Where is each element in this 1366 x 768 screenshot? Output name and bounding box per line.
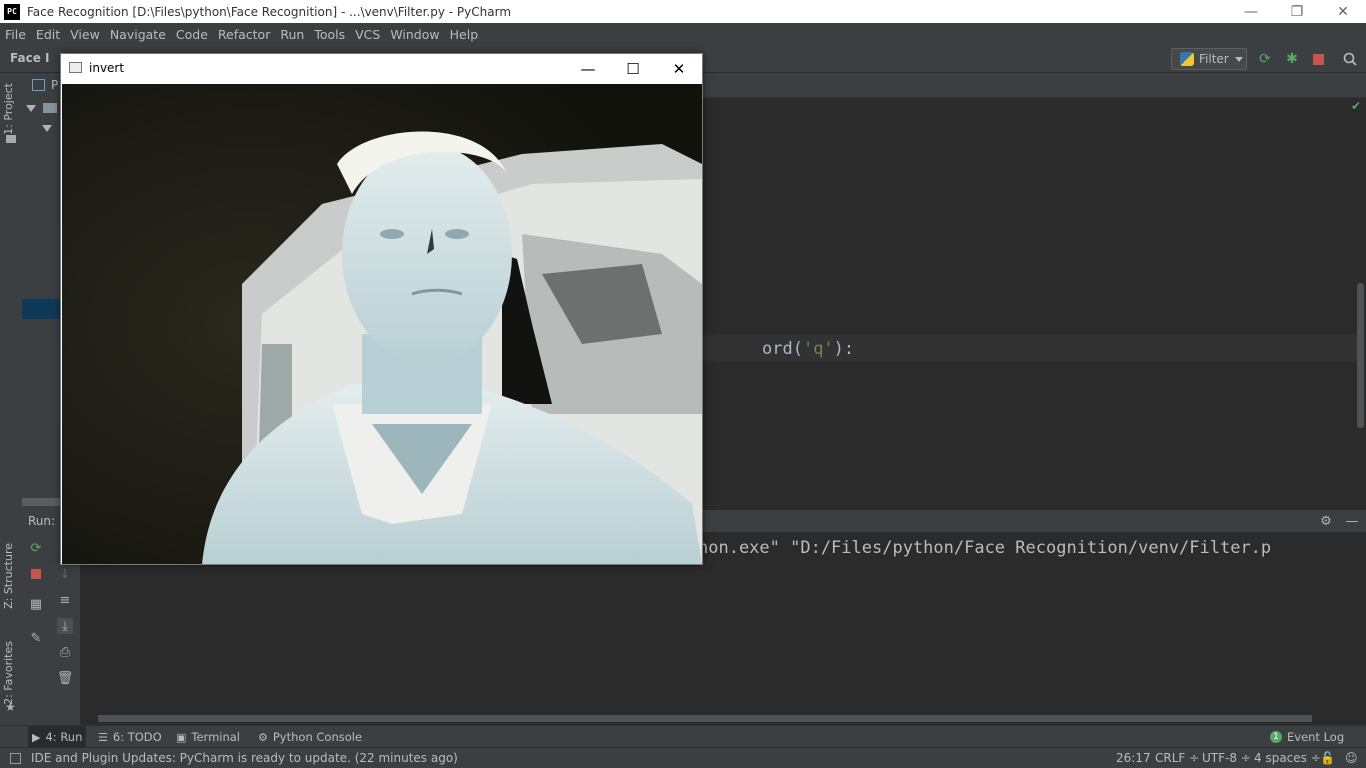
vertical-scrollbar[interactable] <box>1357 283 1364 428</box>
tab-todo[interactable]: ☰ 6: TODO <box>98 730 162 744</box>
inverted-webcam-frame <box>62 84 702 564</box>
tab-event-log[interactable]: 1 Event Log <box>1270 730 1344 744</box>
python-console-icon: ⚙ <box>258 730 268 744</box>
menu-code[interactable]: Code <box>171 27 213 42</box>
left-tool-stripe: 1: Project Z: Structure 2: Favorites ★ <box>0 73 22 725</box>
project-tab-label[interactable]: P <box>51 78 58 92</box>
menu-window[interactable]: Window <box>385 27 444 42</box>
status-bar: IDE and Plugin Updates: PyCharm is ready… <box>0 747 1366 768</box>
console-output[interactable]: hon.exe" "D:/Files/python/Face Recogniti… <box>698 538 1271 558</box>
soft-wrap-icon[interactable]: ≡ <box>57 592 73 608</box>
tab-todo-label: 6: TODO <box>112 730 162 744</box>
run-label: Run: <box>28 514 56 528</box>
selected-tree-row[interactable] <box>22 299 62 319</box>
opencv-maximize-button[interactable]: ☐ <box>610 54 656 83</box>
lock-icon[interactable]: 🔓 <box>1320 751 1335 765</box>
expand-arrow-icon[interactable] <box>42 125 52 132</box>
console-horizontal-scrollbar[interactable] <box>98 715 1312 722</box>
search-icon[interactable] <box>1342 51 1358 67</box>
event-count-badge: 1 <box>1270 731 1282 743</box>
list-icon: ☰ <box>98 730 108 744</box>
opencv-window-title: invert <box>89 61 125 75</box>
opencv-window[interactable]: invert — ☐ ✕ <box>60 53 703 565</box>
inspector-icon[interactable]: ☺ <box>1345 751 1358 765</box>
ide-title-bar: PC Face Recognition [D:\Files\python\Fac… <box>0 0 1366 23</box>
folder-icon <box>43 103 57 113</box>
code-line[interactable]: ord('q'): <box>762 339 854 359</box>
folder-icon <box>6 135 16 143</box>
tab-python-console[interactable]: ⚙ Python Console <box>258 730 362 744</box>
indent-setting[interactable]: 4 spaces ÷ <box>1254 751 1321 765</box>
close-button[interactable]: ✕ <box>1320 0 1366 23</box>
rerun-icon[interactable]: ⟳ <box>28 540 44 556</box>
run-configuration-dropdown[interactable]: Filter <box>1171 48 1247 70</box>
scroll-to-end-icon[interactable]: ⤓ <box>57 618 73 634</box>
gear-icon[interactable]: ⚙ <box>1318 513 1334 529</box>
file-encoding[interactable]: UTF-8 ÷ <box>1202 751 1251 765</box>
menu-help[interactable]: Help <box>445 27 484 42</box>
opencv-title-bar[interactable]: invert — ☐ ✕ <box>61 54 702 83</box>
tab-terminal[interactable]: ▣ Terminal <box>176 730 240 744</box>
stop-icon[interactable] <box>1310 51 1326 67</box>
inspection-ok-icon: ✔ <box>1350 99 1361 113</box>
window-title: Face Recognition [D:\Files\python\Face R… <box>27 4 512 19</box>
code-tail: ): <box>833 339 855 359</box>
status-message[interactable]: IDE and Plugin Updates: PyCharm is ready… <box>31 751 458 765</box>
menu-bar: File Edit View Navigate Code Refactor Ru… <box>0 23 1366 45</box>
restore-button[interactable]: ❐ <box>1274 0 1320 23</box>
line-separator[interactable]: CRLF ÷ <box>1155 751 1199 765</box>
code-string: 'q' <box>802 339 834 359</box>
menu-refactor[interactable]: Refactor <box>213 27 275 42</box>
menu-run[interactable]: Run <box>275 27 309 42</box>
tab-python-console-label: Python Console <box>272 730 363 744</box>
tool-window-toggle-icon[interactable] <box>10 753 21 764</box>
expand-arrow-icon[interactable] <box>26 105 36 112</box>
menu-navigate[interactable]: Navigate <box>105 27 171 42</box>
play-icon: ▶ <box>32 730 41 744</box>
breadcrumb[interactable]: Face I <box>10 51 50 65</box>
menu-file[interactable]: File <box>0 27 31 42</box>
terminal-icon: ▣ <box>176 730 187 744</box>
debug-icon[interactable]: ✱ <box>1284 51 1300 67</box>
trash-icon[interactable]: 🗑 <box>57 670 74 686</box>
code-function: ord( <box>762 339 803 359</box>
opencv-minimize-button[interactable]: — <box>565 54 611 83</box>
layout-icon[interactable]: ▦ <box>28 596 44 612</box>
bottom-tool-tabs: ▶ 4: Run ☰ 6: TODO ▣ Terminal ⚙ Python Conso… <box>0 725 1366 748</box>
run-configuration-label: Filter <box>1199 52 1229 66</box>
rerun-icon[interactable]: ⟳ <box>1257 51 1273 67</box>
caret-position[interactable]: 26:17 <box>1116 751 1151 765</box>
tab-run-label: 4: Run <box>45 730 83 744</box>
tab-terminal-label: Terminal <box>191 730 241 744</box>
tab-event-log-label: Event Log <box>1287 730 1345 744</box>
chevron-down-icon <box>1234 56 1243 62</box>
tab-favorites[interactable]: 2: Favorites <box>2 641 15 705</box>
pin-icon[interactable]: ✎ <box>28 630 44 646</box>
hide-panel-icon[interactable]: — <box>1344 513 1360 529</box>
menu-vcs[interactable]: VCS <box>350 27 385 42</box>
tab-structure[interactable]: Z: Structure <box>2 543 15 609</box>
menu-view[interactable]: View <box>65 27 105 42</box>
horizontal-scrollbar[interactable] <box>22 498 62 506</box>
menu-tools[interactable]: Tools <box>309 27 350 42</box>
webcam-image <box>62 84 702 564</box>
python-icon <box>1180 52 1194 66</box>
tab-project[interactable]: 1: Project <box>2 83 15 135</box>
tab-run[interactable]: ▶ 4: Run <box>28 726 87 748</box>
project-view-icon <box>32 79 45 91</box>
project-panel: P <box>22 73 62 510</box>
window-app-icon <box>69 62 82 73</box>
minimize-button[interactable]: — <box>1228 0 1274 23</box>
scroll-down-icon[interactable]: ↓ <box>57 566 73 582</box>
opencv-close-button[interactable]: ✕ <box>656 54 702 83</box>
stop-icon[interactable] <box>28 566 44 582</box>
print-icon[interactable]: ⎙ <box>57 644 73 660</box>
pycharm-logo-icon: PC <box>4 3 20 20</box>
menu-edit[interactable]: Edit <box>31 27 65 42</box>
star-icon: ★ <box>5 700 16 714</box>
